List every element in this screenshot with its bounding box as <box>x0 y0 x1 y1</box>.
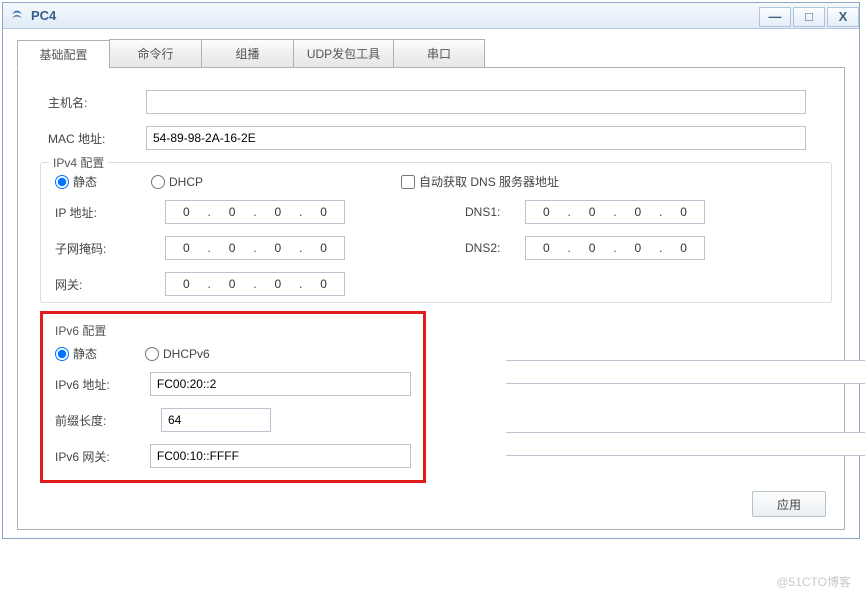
ipv6-addr-label: IPv6 地址: <box>55 376 150 393</box>
ipv6-dhcpv6-radio-input[interactable] <box>145 347 159 361</box>
ipv4-dhcp-radio[interactable]: DHCP <box>151 175 203 189</box>
content-area: 基础配置 命令行 组播 UDP发包工具 串口 主机名: MAC 地址: IPv4… <box>3 29 859 538</box>
window-frame: PC4 — □ X 基础配置 命令行 组播 UDP发包工具 串口 主机名: MA… <box>2 2 860 539</box>
ipv6-prefix-input[interactable] <box>161 408 271 432</box>
tab-basic[interactable]: 基础配置 <box>17 40 109 68</box>
ipv4-static-label: 静态 <box>73 173 97 190</box>
titlebar: PC4 — □ X <box>3 3 859 29</box>
minimize-button[interactable]: — <box>759 7 791 27</box>
mask-input[interactable]: 0. 0. 0. 0 <box>165 236 345 260</box>
ipv6-addr-input[interactable] <box>150 372 411 396</box>
ipv4-static-radio-input[interactable] <box>55 175 69 189</box>
mask-label: 子网掩码: <box>55 240 165 257</box>
ip-label: IP 地址: <box>55 204 165 221</box>
mac-label: MAC 地址: <box>48 130 146 147</box>
ipv6-dhcpv6-label: DHCPv6 <box>163 347 210 361</box>
ipv6-gw-label: IPv6 网关: <box>55 448 150 465</box>
hostname-label: 主机名: <box>48 94 146 111</box>
ipv6-group: IPv6 配置 静态 DHCPv6 IPv6 地址: <box>55 314 411 468</box>
auto-dns-checkbox-input[interactable] <box>401 175 415 189</box>
gateway-input[interactable]: 0. 0. 0. 0 <box>165 272 345 296</box>
ipv4-dhcp-radio-input[interactable] <box>151 175 165 189</box>
tab-multicast[interactable]: 组播 <box>201 39 293 67</box>
ipv4-group: IPv4 配置 静态 DHCP 自动获取 DNS 服务器地址 <box>40 162 832 303</box>
app-icon <box>9 8 25 24</box>
close-button[interactable]: X <box>827 7 859 27</box>
window-title: PC4 <box>31 8 56 23</box>
dns1-label: DNS1: <box>465 205 525 219</box>
dns2-label: DNS2: <box>465 241 525 255</box>
ipv4-dhcp-label: DHCP <box>169 175 203 189</box>
auto-dns-label: 自动获取 DNS 服务器地址 <box>419 173 559 190</box>
tab-bar: 基础配置 命令行 组播 UDP发包工具 串口 <box>17 39 845 67</box>
ipv4-static-radio[interactable]: 静态 <box>55 173 97 190</box>
ipv6-gw-input-ext[interactable] <box>506 432 865 456</box>
ip-input[interactable]: 0. 0. 0. 0 <box>165 200 345 224</box>
dns2-input[interactable]: 0. 0. 0. 0 <box>525 236 705 260</box>
ipv6-prefix-label: 前缀长度: <box>55 412 161 429</box>
tab-cli[interactable]: 命令行 <box>109 39 201 67</box>
apply-button[interactable]: 应用 <box>752 491 826 517</box>
gateway-label: 网关: <box>55 276 165 293</box>
tab-serial[interactable]: 串口 <box>393 39 485 67</box>
auto-dns-checkbox[interactable]: 自动获取 DNS 服务器地址 <box>401 173 559 190</box>
ipv6-gw-input[interactable] <box>150 444 411 468</box>
ipv6-addr-input-ext[interactable] <box>506 360 865 384</box>
ipv6-static-radio-input[interactable] <box>55 347 69 361</box>
ipv6-static-radio[interactable]: 静态 <box>55 345 97 362</box>
tab-udp[interactable]: UDP发包工具 <box>293 39 393 67</box>
hostname-input[interactable] <box>146 90 806 114</box>
ipv6-highlight: IPv6 配置 静态 DHCPv6 IPv6 地址: <box>40 311 426 483</box>
ipv4-legend: IPv4 配置 <box>49 154 108 171</box>
mac-input[interactable] <box>146 126 806 150</box>
dns1-input[interactable]: 0. 0. 0. 0 <box>525 200 705 224</box>
ipv6-legend: IPv6 配置 <box>55 322 411 339</box>
basic-panel: 主机名: MAC 地址: IPv4 配置 静态 DHCP <box>17 67 845 530</box>
watermark: @51CTO博客 <box>776 573 851 590</box>
maximize-button[interactable]: □ <box>793 7 825 27</box>
ipv6-static-label: 静态 <box>73 345 97 362</box>
ipv6-dhcpv6-radio[interactable]: DHCPv6 <box>145 347 210 361</box>
window-controls: — □ X <box>757 5 859 27</box>
